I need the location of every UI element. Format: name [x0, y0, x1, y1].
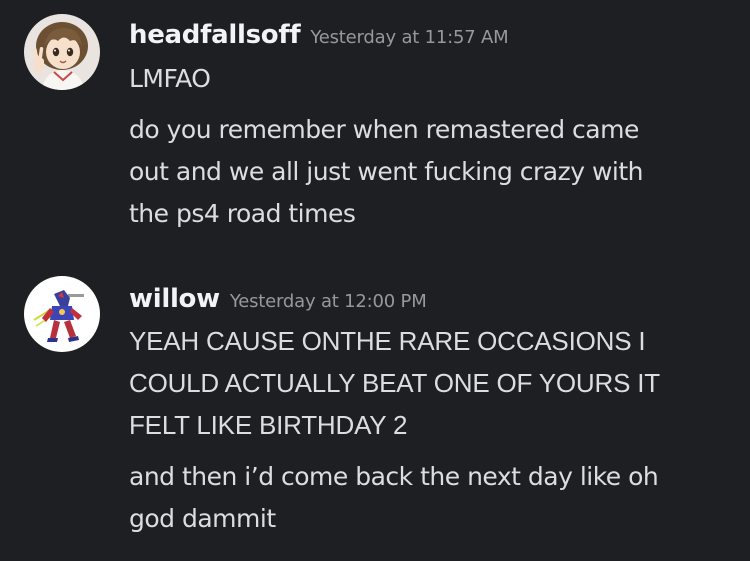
- message-text: god dammit: [129, 504, 276, 533]
- timestamp[interactable]: Yesterday at 11:57 AM: [310, 27, 508, 48]
- timestamp[interactable]: Yesterday at 12:00 PM: [230, 291, 427, 312]
- message-text: FELT LIKE BIRTHDAY 2: [129, 410, 408, 440]
- message-text: do you remember when remastered came: [129, 115, 639, 144]
- username[interactable]: willow: [129, 284, 220, 314]
- message-text: the ps4 road times: [129, 199, 356, 228]
- avatar[interactable]: [24, 276, 100, 352]
- message-text: and then i’d come back the next day like…: [129, 462, 659, 491]
- message-header: headfallsoff Yesterday at 11:57 AM: [129, 20, 509, 50]
- message-text: LMFAO: [129, 64, 211, 93]
- robot-mech-avatar-icon: [24, 276, 100, 352]
- username[interactable]: headfallsoff: [129, 20, 301, 50]
- avatar[interactable]: [24, 14, 100, 90]
- message-text: out and we all just went fucking crazy w…: [129, 157, 644, 186]
- message-header: willow Yesterday at 12:00 PM: [129, 284, 427, 314]
- message-text: YEAH CAUSE ONTHE RARE OCCASIONS I: [129, 326, 646, 356]
- anime-girl-peace-sign-avatar-icon: [24, 14, 100, 90]
- chat-message-list: headfallsoff Yesterday at 11:57 AM LMFAO …: [0, 0, 750, 561]
- message-text: COULD ACTUALLY BEAT ONE OF YOURS IT: [129, 368, 660, 398]
